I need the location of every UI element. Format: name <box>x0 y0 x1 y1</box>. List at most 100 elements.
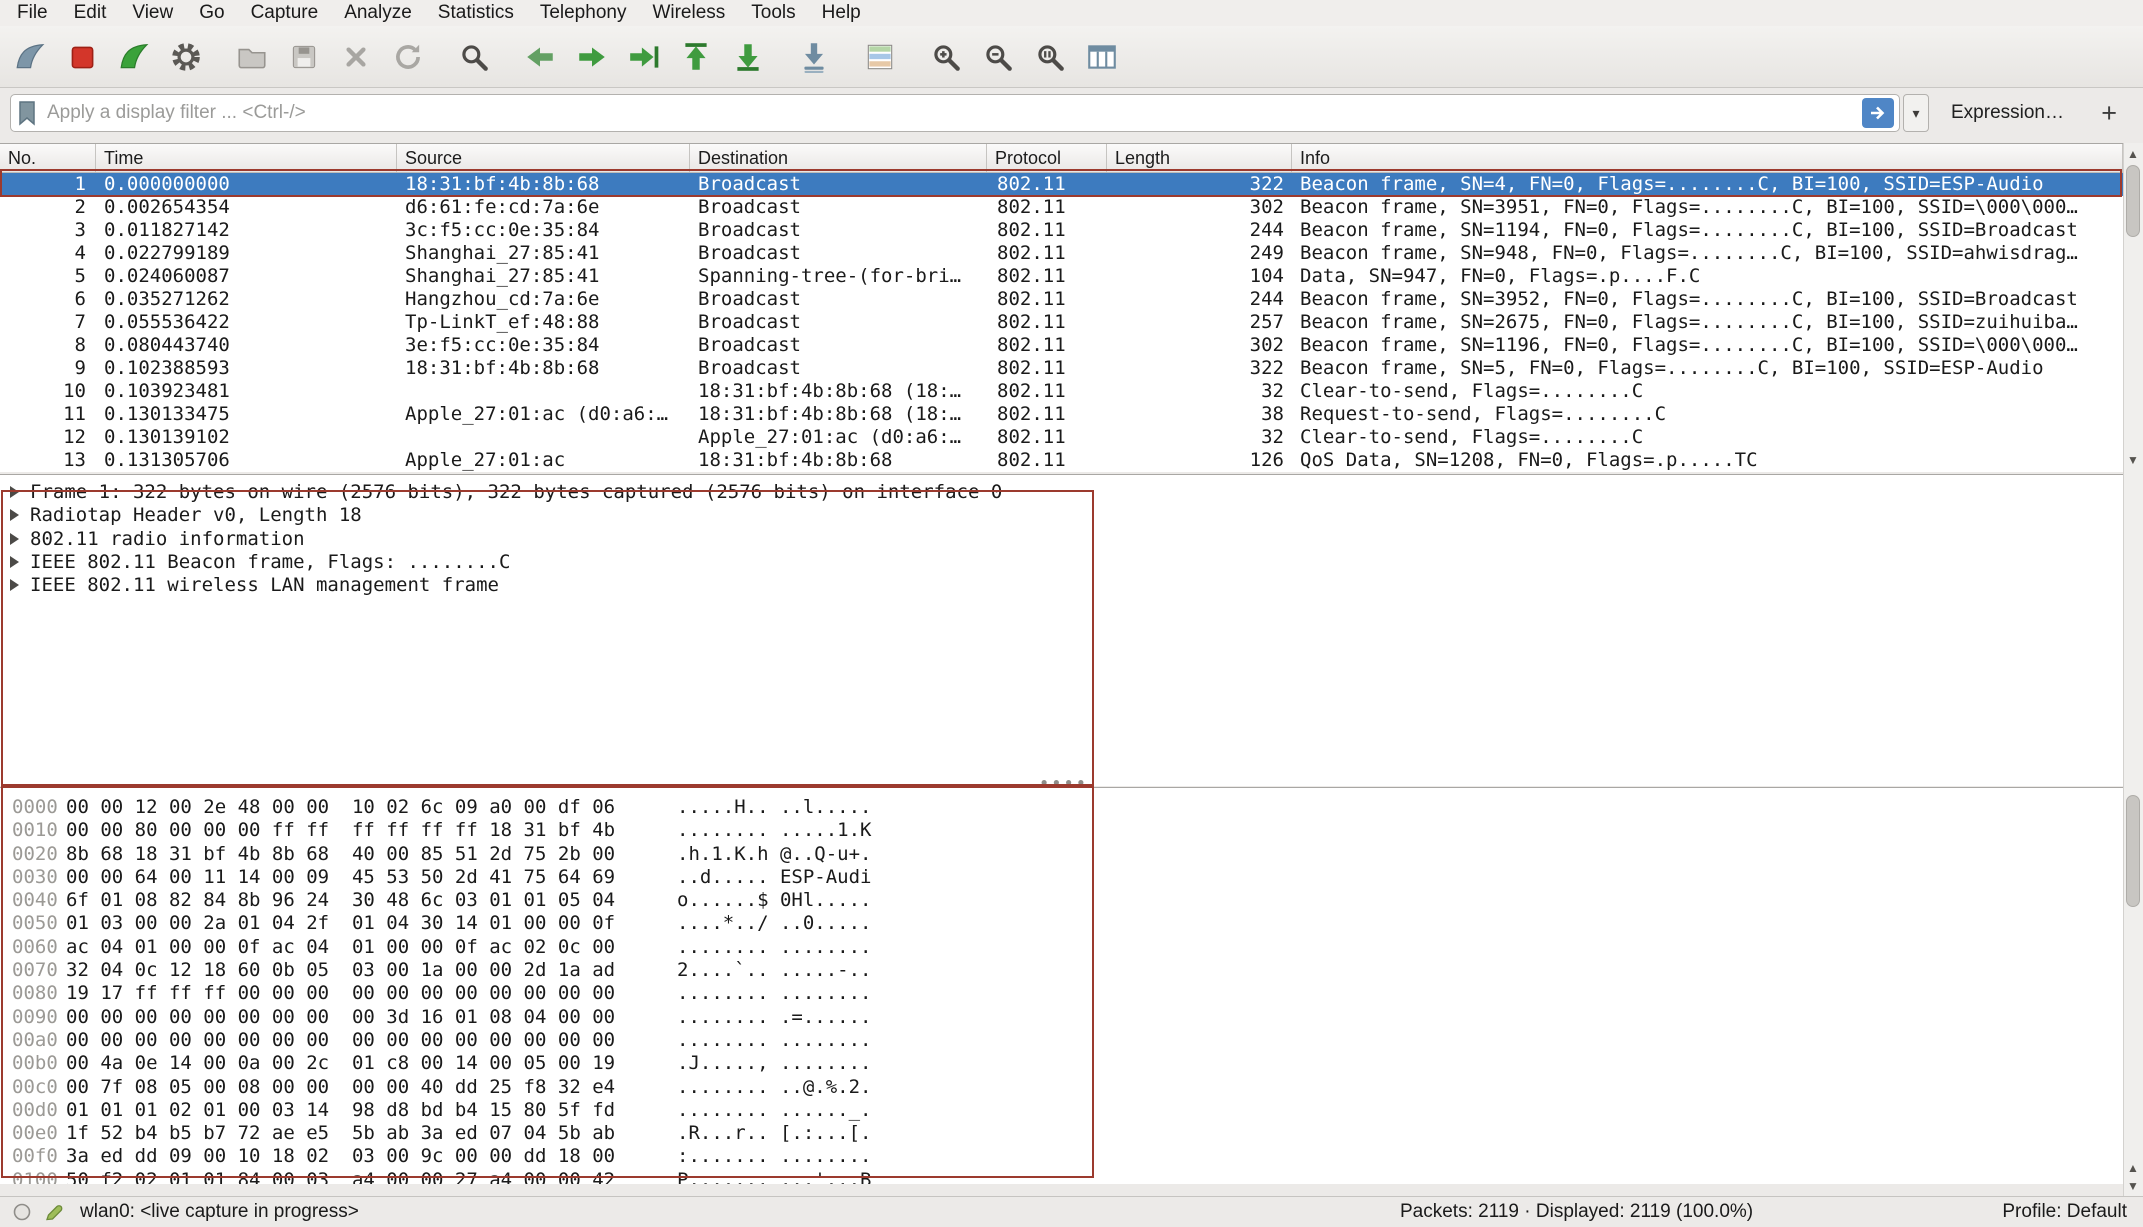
hex-dump-row[interactable]: 0060ac 04 01 00 00 0f ac 04 01 00 00 0f … <box>0 936 2123 959</box>
column-header[interactable]: No. <box>0 144 96 172</box>
auto-scroll-button[interactable] <box>788 31 840 83</box>
display-filter-input[interactable] <box>47 102 1862 124</box>
packet-row[interactable]: 2 0.002654354 d6:61:fe:cd:7a:6e Broadcas… <box>0 196 2123 219</box>
hex-bytes[interactable]: 00 00 12 00 2e 48 00 00 10 02 6c 09 a0 0… <box>66 796 615 818</box>
packet-row[interactable]: 4 0.022799189 Shanghai_27:85:41 Broadcas… <box>0 242 2123 265</box>
hex-dump-row[interactable]: 00b000 4a 0e 14 00 0a 00 2c 01 c8 00 14 … <box>0 1052 2123 1075</box>
hex-ascii[interactable]: :....... ........ <box>677 1145 871 1168</box>
expert-info-button[interactable] <box>12 1202 32 1222</box>
hex-ascii[interactable]: .h.1.K.h @..Q-u+. <box>677 843 871 866</box>
packet-row[interactable]: 5 0.024060087 Shanghai_27:85:41 Spanning… <box>0 265 2123 288</box>
expand-arrow-icon[interactable] <box>10 486 19 498</box>
packet-detail-row[interactable]: Radiotap Header v0, Length 18 <box>0 504 2123 527</box>
packet-row[interactable]: 7 0.055536422 Tp-LinkT_ef:48:88 Broadcas… <box>0 311 2123 334</box>
column-header[interactable]: Time <box>96 144 397 172</box>
menu-item[interactable]: Edit <box>61 0 120 26</box>
hex-bytes[interactable]: 00 7f 08 05 00 08 00 00 00 00 40 dd 25 f… <box>66 1076 615 1098</box>
hex-ascii[interactable]: o......$ 0Hl..... <box>677 889 871 912</box>
expand-arrow-icon[interactable] <box>10 556 19 568</box>
hex-dump-row[interactable]: 009000 00 00 00 00 00 00 00 00 3d 16 01 … <box>0 1006 2123 1029</box>
scroll-down-arrow[interactable]: ▼ <box>2125 452 2141 468</box>
menu-item[interactable]: Go <box>186 0 237 26</box>
packet-row[interactable]: 9 0.102388593 18:31:bf:4b:8b:68 Broadcas… <box>0 357 2123 380</box>
expand-arrow-icon[interactable] <box>10 509 19 521</box>
hex-ascii[interactable]: ........ ......_. <box>677 1099 871 1122</box>
packet-row[interactable]: 3 0.011827142 3c:f5:cc:0e:35:84 Broadcas… <box>0 219 2123 242</box>
go-to-last-button[interactable] <box>722 31 774 83</box>
hex-dump-row[interactable]: 00c000 7f 08 05 00 08 00 00 00 00 40 dd … <box>0 1076 2123 1099</box>
stop-capture-button[interactable] <box>56 31 108 83</box>
hex-dump-row[interactable]: 005001 03 00 00 2a 01 04 2f 01 04 30 14 … <box>0 912 2123 935</box>
hex-bytes[interactable]: 32 04 0c 12 18 60 0b 05 03 00 1a 00 00 2… <box>66 959 615 981</box>
hex-scrollbar-thumb[interactable] <box>2126 795 2140 907</box>
hex-bytes[interactable]: 00 00 00 00 00 00 00 00 00 3d 16 01 08 0… <box>66 1006 615 1028</box>
hex-dump-row[interactable]: 00e01f 52 b4 b5 b7 72 ae e5 5b ab 3a ed … <box>0 1122 2123 1145</box>
packet-list-scrollbar-thumb[interactable] <box>2126 165 2140 237</box>
hex-bytes[interactable]: 6f 01 08 82 84 8b 96 24 30 48 6c 03 01 0… <box>66 889 615 911</box>
menu-item[interactable]: File <box>4 0 61 26</box>
capture-comment-button[interactable] <box>44 1202 64 1222</box>
packet-detail-row[interactable]: IEEE 802.11 Beacon frame, Flags: .......… <box>0 551 2123 574</box>
column-header[interactable]: Source <box>397 144 690 172</box>
hex-bytes[interactable]: 00 00 64 00 11 14 00 09 45 53 50 2d 41 7… <box>66 866 615 888</box>
hex-dump-row[interactable]: 008019 17 ff ff ff 00 00 00 00 00 00 00 … <box>0 982 2123 1005</box>
menu-item[interactable]: Wireless <box>639 0 738 26</box>
zoom-out-button[interactable] <box>972 31 1024 83</box>
packet-row[interactable]: 11 0.130133475 Apple_27:01:ac (d0:a6:… 1… <box>0 403 2123 426</box>
hex-dump-row[interactable]: 00a000 00 00 00 00 00 00 00 00 00 00 00 … <box>0 1029 2123 1052</box>
bookmark-icon[interactable] <box>16 99 38 127</box>
hex-dump-row[interactable]: 00406f 01 08 82 84 8b 96 24 30 48 6c 03 … <box>0 889 2123 912</box>
hex-bytes[interactable]: 50 f2 02 01 01 84 00 03 a4 00 00 27 a4 0… <box>66 1169 615 1184</box>
pane-splitter-handle[interactable]: ●●●● <box>1020 775 1110 789</box>
hex-ascii[interactable]: P....... ...'...B <box>677 1169 871 1184</box>
hex-bytes[interactable]: 00 4a 0e 14 00 0a 00 2c 01 c8 00 14 00 0… <box>66 1052 615 1074</box>
filter-dropdown-button[interactable]: ▾ <box>1903 94 1929 132</box>
start-capture-button[interactable] <box>4 31 56 83</box>
hex-bytes[interactable]: 1f 52 b4 b5 b7 72 ae e5 5b ab 3a ed 07 0… <box>66 1122 615 1144</box>
hex-dump-row[interactable]: 010050 f2 02 01 01 84 00 03 a4 00 00 27 … <box>0 1169 2123 1184</box>
hex-bytes[interactable]: 3a ed dd 09 00 10 18 02 03 00 9c 00 00 d… <box>66 1145 615 1167</box>
save-file-button[interactable] <box>278 31 330 83</box>
column-header[interactable]: Length <box>1107 144 1292 172</box>
packet-row[interactable]: 12 0.130139102 Apple_27:01:ac (d0:a6:… 8… <box>0 426 2123 449</box>
hex-scroll-down-arrow[interactable]: ▼ <box>2125 1178 2141 1194</box>
reload-file-button[interactable] <box>382 31 434 83</box>
close-file-button[interactable] <box>330 31 382 83</box>
profile-text[interactable]: Profile: Default <box>2002 1201 2127 1223</box>
expand-arrow-icon[interactable] <box>10 533 19 545</box>
hex-bytes[interactable]: 19 17 ff ff ff 00 00 00 00 00 00 00 00 0… <box>66 982 615 1004</box>
scroll-up-arrow[interactable]: ▲ <box>2125 146 2141 162</box>
go-forward-button[interactable] <box>566 31 618 83</box>
go-back-button[interactable] <box>514 31 566 83</box>
column-header[interactable]: Protocol <box>987 144 1107 172</box>
restart-capture-button[interactable] <box>108 31 160 83</box>
expand-arrow-icon[interactable] <box>10 579 19 591</box>
column-header[interactable]: Destination <box>690 144 987 172</box>
hex-bytes[interactable]: 01 01 01 02 01 00 03 14 98 d8 bd b4 15 8… <box>66 1099 615 1121</box>
expression-button[interactable]: Expression… <box>1951 102 2064 124</box>
menu-item[interactable]: Tools <box>738 0 808 26</box>
menu-item[interactable]: Statistics <box>425 0 527 26</box>
packet-detail-row[interactable]: Frame 1: 322 bytes on wire (2576 bits), … <box>0 481 2123 504</box>
hex-ascii[interactable]: ..d..... ESP-Audi <box>677 866 871 889</box>
hex-dump-row[interactable]: 000000 00 12 00 2e 48 00 00 10 02 6c 09 … <box>0 796 2123 819</box>
packet-row[interactable]: 1 0.000000000 18:31:bf:4b:8b:68 Broadcas… <box>0 173 2123 196</box>
hex-ascii[interactable]: ........ ........ <box>677 982 871 1005</box>
hex-dump-row[interactable]: 001000 00 80 00 00 00 ff ff ff ff ff ff … <box>0 819 2123 842</box>
packet-row[interactable]: 6 0.035271262 Hangzhou_cd:7a:6e Broadcas… <box>0 288 2123 311</box>
vertical-scrollbar-track[interactable] <box>2123 143 2143 1196</box>
menu-item[interactable]: Analyze <box>331 0 425 26</box>
hex-bytes[interactable]: ac 04 01 00 00 0f ac 04 01 00 00 0f ac 0… <box>66 936 615 958</box>
menu-item[interactable]: View <box>119 0 186 26</box>
hex-ascii[interactable]: .....H.. ..l..... <box>677 796 871 819</box>
menu-item[interactable]: Help <box>809 0 874 26</box>
hex-scroll-up-arrow[interactable]: ▲ <box>2125 1160 2141 1176</box>
hex-bytes[interactable]: 00 00 80 00 00 00 ff ff ff ff ff ff 18 3… <box>66 819 615 841</box>
go-to-first-button[interactable] <box>670 31 722 83</box>
column-header[interactable]: Info <box>1292 144 2123 172</box>
open-file-button[interactable] <box>226 31 278 83</box>
hex-dump-row[interactable]: 00f03a ed dd 09 00 10 18 02 03 00 9c 00 … <box>0 1145 2123 1168</box>
hex-ascii[interactable]: ....*../ ..0..... <box>677 912 871 935</box>
packet-row[interactable]: 8 0.080443740 3e:f5:cc:0e:35:84 Broadcas… <box>0 334 2123 357</box>
display-filter-field[interactable] <box>10 94 1900 132</box>
